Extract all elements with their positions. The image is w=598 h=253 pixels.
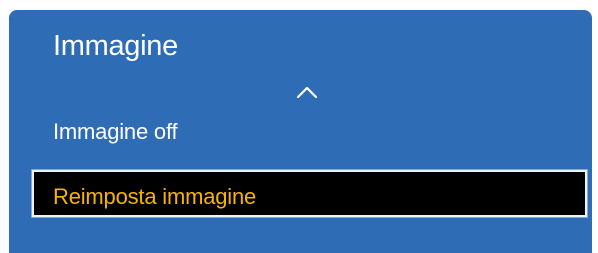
menu-item-reimposta-immagine[interactable]: Reimposta immagine bbox=[32, 170, 587, 217]
menu-item-label: Reimposta immagine bbox=[53, 184, 257, 209]
menu-title: Immagine bbox=[53, 30, 178, 62]
menu-panel: Immagine Immagine off Reimposta immagine bbox=[9, 10, 592, 253]
menu-item-immagine-off[interactable]: Immagine off bbox=[9, 109, 592, 157]
menu-item-label: Immagine off bbox=[53, 119, 178, 144]
chevron-up-icon[interactable] bbox=[296, 85, 318, 99]
